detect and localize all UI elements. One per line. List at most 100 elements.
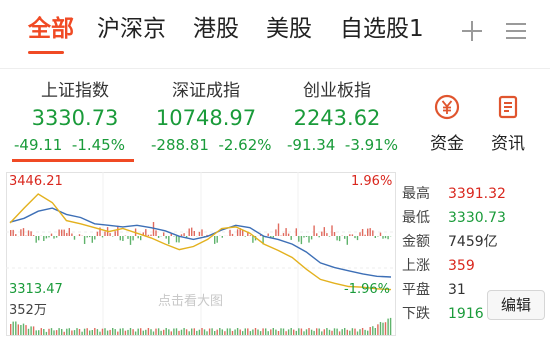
volume-bar: [17, 324, 19, 335]
volume-bar: [40, 328, 42, 335]
volume-bar: [259, 331, 262, 335]
volume-bar: [214, 331, 216, 335]
volume-bar: [285, 331, 287, 335]
index-value: 10748.97: [155, 106, 257, 130]
chart-watermark: 点击看大图: [158, 294, 224, 309]
flow-bar: [38, 236, 40, 241]
volume-bar: [372, 326, 374, 335]
flow-bar: [147, 234, 150, 236]
tab-divider: [0, 68, 550, 69]
flow-bar: [300, 236, 303, 245]
volume-bar: [229, 328, 231, 335]
volume-bar: [328, 329, 331, 335]
stat-row-amount: 金额 7459亿: [402, 230, 550, 254]
volume-bar: [349, 330, 351, 335]
intraday-chart[interactable]: 3446.21 1.96% 3313.47 -1.96% 352万: [6, 172, 396, 344]
flow-bar: [374, 236, 376, 238]
edit-button[interactable]: 编辑: [487, 290, 545, 320]
tab-all[interactable]: 全部: [28, 12, 74, 46]
index-change: -91.34: [287, 136, 336, 154]
volume-bar: [356, 331, 359, 335]
volume-bar: [73, 330, 76, 335]
volume-bar: [94, 328, 96, 335]
volume-bar: [112, 328, 114, 335]
flow-bar: [43, 236, 45, 241]
volume-bar: [295, 330, 297, 335]
volume-bar: [300, 328, 303, 335]
flow-bar: [305, 236, 308, 237]
flow-bar: [101, 236, 104, 238]
volume-bar: [160, 330, 162, 335]
volume-bar: [50, 328, 53, 335]
flow-bar: [114, 231, 116, 236]
flow-bar: [83, 236, 86, 244]
flow-bar: [61, 229, 63, 236]
volume-bar: [86, 328, 88, 335]
flow-bar: [129, 236, 132, 245]
flow-bar: [229, 229, 231, 236]
index-card-shenzhen[interactable]: 深证成指 10748.97: [141, 80, 271, 132]
volume-bar: [308, 328, 310, 335]
volume-bar: [68, 328, 70, 335]
volume-bar: [109, 329, 111, 335]
flow-bar: [112, 236, 114, 237]
menu-icon[interactable]: [502, 17, 530, 45]
volume-bar: [379, 322, 382, 335]
volume-bar: [78, 329, 81, 335]
index-change-pct: -1.45%: [71, 136, 125, 154]
flow-bar: [267, 233, 269, 236]
index-card-shanghai[interactable]: 上证指数 3330.73: [10, 80, 140, 132]
plus-icon[interactable]: [458, 17, 486, 45]
volume-bar: [247, 328, 249, 335]
flow-bar: [32, 235, 35, 236]
volume-bar: [346, 329, 348, 335]
index-card-chinext[interactable]: 创业板指 2243.62: [272, 80, 402, 132]
index-change-pct: -3.91%: [344, 136, 398, 154]
volume-bar: [127, 329, 129, 335]
flow-bar: [231, 233, 234, 236]
stat-value: 3391.32: [448, 186, 506, 202]
flow-bar: [53, 236, 55, 239]
volume-bar: [359, 329, 361, 335]
news-button[interactable]: 资讯: [483, 93, 533, 154]
volume-bar: [374, 328, 376, 335]
capital-flow-button[interactable]: 资金: [422, 93, 472, 154]
volume-bar: [25, 325, 27, 335]
tab-watchlist[interactable]: 自选股1: [340, 12, 424, 46]
tab-hong-kong[interactable]: 港股: [193, 12, 239, 46]
volume-bar: [89, 330, 91, 335]
volume-bar: [244, 328, 246, 335]
volume-bar: [338, 331, 341, 335]
volume-bar: [61, 329, 63, 335]
volume-bar: [114, 329, 116, 335]
volume-bar: [27, 328, 30, 335]
flow-bar: [349, 234, 351, 236]
volume-bar: [20, 325, 22, 335]
flow-bar: [137, 236, 139, 239]
flow-bar: [379, 232, 382, 236]
volume-bar: [203, 329, 206, 335]
flow-bar: [387, 236, 389, 240]
volume-bar: [323, 329, 325, 335]
flow-bar: [336, 236, 338, 241]
tab-shanghai-shenzhen-beijing[interactable]: 沪深京: [97, 12, 166, 46]
volume-bar: [216, 329, 218, 335]
flow-bar: [369, 228, 371, 236]
flow-bar: [183, 233, 185, 236]
volume-bar: [35, 330, 37, 335]
volume-bar: [165, 328, 167, 335]
flow-bar: [58, 229, 60, 236]
volume-bar: [351, 328, 354, 335]
news-icon: [498, 95, 518, 119]
flow-bar: [12, 229, 14, 236]
flow-bar: [285, 228, 287, 236]
stat-row-low: 最低 3330.73: [402, 206, 550, 230]
flow-bar: [140, 236, 142, 241]
index-change: -288.81: [151, 136, 209, 154]
flow-bar: [175, 236, 178, 243]
volume-bar: [265, 328, 267, 335]
tab-us-stocks[interactable]: 美股: [266, 12, 312, 46]
volume-bar: [32, 326, 35, 335]
index-name: 上证指数: [41, 81, 109, 101]
flow-bar: [193, 231, 195, 236]
